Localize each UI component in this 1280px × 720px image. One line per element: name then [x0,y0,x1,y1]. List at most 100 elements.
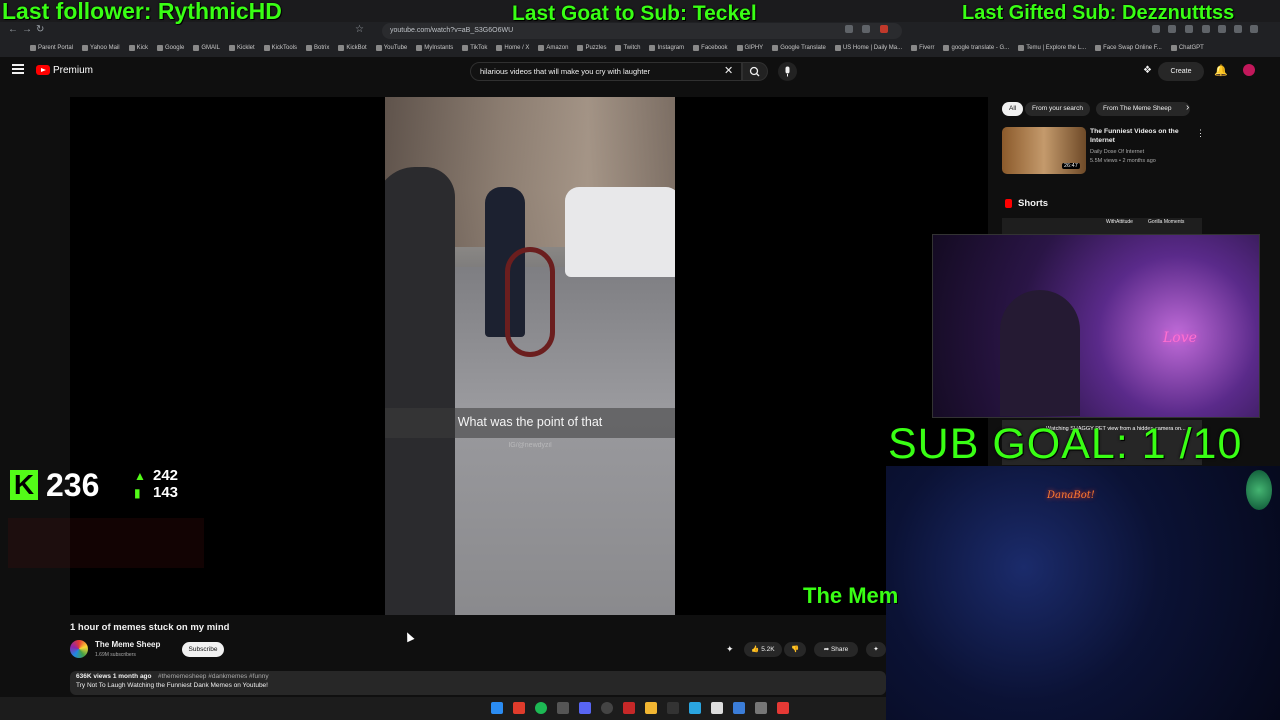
bookmark-favicon-icon [228,45,235,51]
channel-avatar[interactable] [70,640,88,658]
account-avatar[interactable] [1243,64,1255,76]
hamburger-menu-icon[interactable] [12,64,24,74]
hashtags[interactable]: #thememesheep #dankmemes #funny [158,673,269,680]
bookmark-item[interactable]: Puzzles [577,45,606,51]
brave-browser-icon[interactable] [513,702,525,714]
bookmark-item[interactable]: Google Translate [772,45,826,51]
share-button[interactable]: ➦ Share [814,642,858,657]
voice-search-button[interactable] [778,62,797,81]
chip-all[interactable]: All [1002,102,1024,116]
bookmark-item[interactable]: Amazon [538,45,568,51]
bookmark-item[interactable]: Yahoo Mail [82,45,120,51]
recommended-title[interactable]: The Funniest Videos on the Internet [1090,127,1190,145]
extension-icon[interactable] [1218,25,1226,33]
search-input[interactable]: hilarious videos that will make you cry … [470,62,742,81]
bookmark-label: Kick [136,45,148,51]
create-button[interactable]: Create [1158,62,1204,81]
back-icon[interactable]: ← [8,24,18,35]
app-icon[interactable] [667,702,679,714]
video-title: 1 hour of memes stuck on my mind [70,622,230,633]
bookmark-item[interactable]: Botrix [306,45,329,51]
bookmark-item[interactable]: KickTools [263,45,297,51]
bookmark-item[interactable]: YouTube [375,45,407,51]
bookmark-item[interactable]: GIPHY [736,45,763,51]
bookmark-item[interactable]: KickBot [338,45,367,51]
bookmark-label: Temu | Explore the L... [1026,45,1087,51]
bookmark-item[interactable]: Kicklet [228,45,255,51]
extension-icon[interactable] [1152,25,1160,33]
bookmark-item[interactable]: Face Swap Online F... [1095,45,1162,51]
bookmark-item[interactable]: google translate - G... [943,45,1009,51]
video-frame[interactable] [385,97,675,615]
cast-icon[interactable]: ❖ [1143,65,1152,76]
windows-start-icon[interactable] [491,702,503,714]
clear-search-icon[interactable]: ✕ [724,64,733,77]
bookmark-item[interactable]: Google [156,45,184,51]
extension-icon[interactable] [1202,25,1210,33]
extension-icon[interactable] [1234,25,1242,33]
forward-icon[interactable]: → [22,24,32,35]
recommended-channel[interactable]: Daily Dose Of Internet [1090,149,1144,155]
bookmark-item[interactable]: ChatGPT [1170,45,1204,51]
brave-shield-icon[interactable] [880,25,888,33]
bookmark-item[interactable]: Home / X [496,45,529,51]
bookmark-item[interactable]: Twitch [615,45,640,51]
like-button[interactable]: 👍 5.2K [744,642,782,657]
recommended-stats: 5.5M views • 2 months ago [1090,158,1156,164]
bookmark-favicon-icon [375,45,382,51]
bookmark-item[interactable]: Parent Portal [30,45,73,51]
extension-icon[interactable] [845,25,853,33]
bookmark-favicon-icon [615,45,622,51]
person-up-icon: ▲ [134,469,146,483]
more-vert-icon[interactable]: ⋮ [1196,128,1205,139]
reload-icon[interactable]: ↻ [36,24,44,35]
extension-icon[interactable] [862,25,870,33]
app-icon[interactable] [557,702,569,714]
search-button[interactable] [742,62,768,81]
dislike-button[interactable]: 👎 [784,642,806,657]
kick-logo-icon: K [10,470,38,500]
discord-icon[interactable] [579,702,591,714]
view-count-date: 636K views 1 month ago [76,673,152,680]
settings-icon[interactable] [755,702,767,714]
like-count: 5.2K [761,646,775,653]
bookmark-item[interactable]: Instagram [649,45,684,51]
chip-from-channel[interactable]: From The Meme Sheep [1096,102,1190,116]
create-label: Create [1170,68,1192,75]
bookmark-item[interactable]: GMAIL [193,45,220,51]
chip-from-search[interactable]: From your search [1025,102,1090,116]
bookmark-item[interactable]: US Home | Daily Ma... [834,45,902,51]
bookmark-item[interactable]: MyInstants [416,45,453,51]
channel-name[interactable]: The Meme Sheep [95,640,160,649]
more-actions-button[interactable]: ✦ [866,642,886,657]
app-icon[interactable] [733,702,745,714]
bookmark-item[interactable]: Facebook [693,45,728,51]
description-text: Try Not To Laugh Watching the Funniest D… [76,682,268,689]
bookmark-star-icon[interactable]: ☆ [355,24,364,35]
ai-sparkle-icon[interactable]: ✦ [726,644,734,655]
app-icon[interactable] [689,702,701,714]
youtube-premium-label[interactable]: Premium [53,65,93,76]
bookmark-item[interactable]: Temu | Explore the L... [1018,45,1086,51]
extension-icon[interactable] [1168,25,1176,33]
last-follower-overlay: Last follower: RythmicHD [2,0,282,24]
app-icon[interactable] [777,702,789,714]
bookmark-favicon-icon [193,45,200,51]
subscribe-button[interactable]: Subscribe [182,642,224,657]
extension-icon[interactable] [1185,25,1193,33]
chevron-right-icon[interactable]: › [1186,102,1189,113]
spotify-icon[interactable] [535,702,547,714]
file-explorer-icon[interactable] [645,702,657,714]
obs-icon[interactable] [601,702,613,714]
last-gifted-overlay: Last Gifted Sub: Dezznutttss [962,2,1235,24]
bookmark-item[interactable]: TikTok [462,45,487,51]
notifications-bell-icon[interactable]: 🔔 [1214,64,1228,77]
bookmark-favicon-icon [577,45,584,51]
bookmark-label: Twitch [623,45,641,51]
bookmark-item[interactable]: Kick [128,45,148,51]
bookmark-item[interactable]: Fiverr [911,45,934,51]
app-icon[interactable] [623,702,635,714]
youtube-logo-icon[interactable] [36,65,50,75]
extension-icon[interactable] [1250,25,1258,33]
notepad-icon[interactable] [711,702,723,714]
